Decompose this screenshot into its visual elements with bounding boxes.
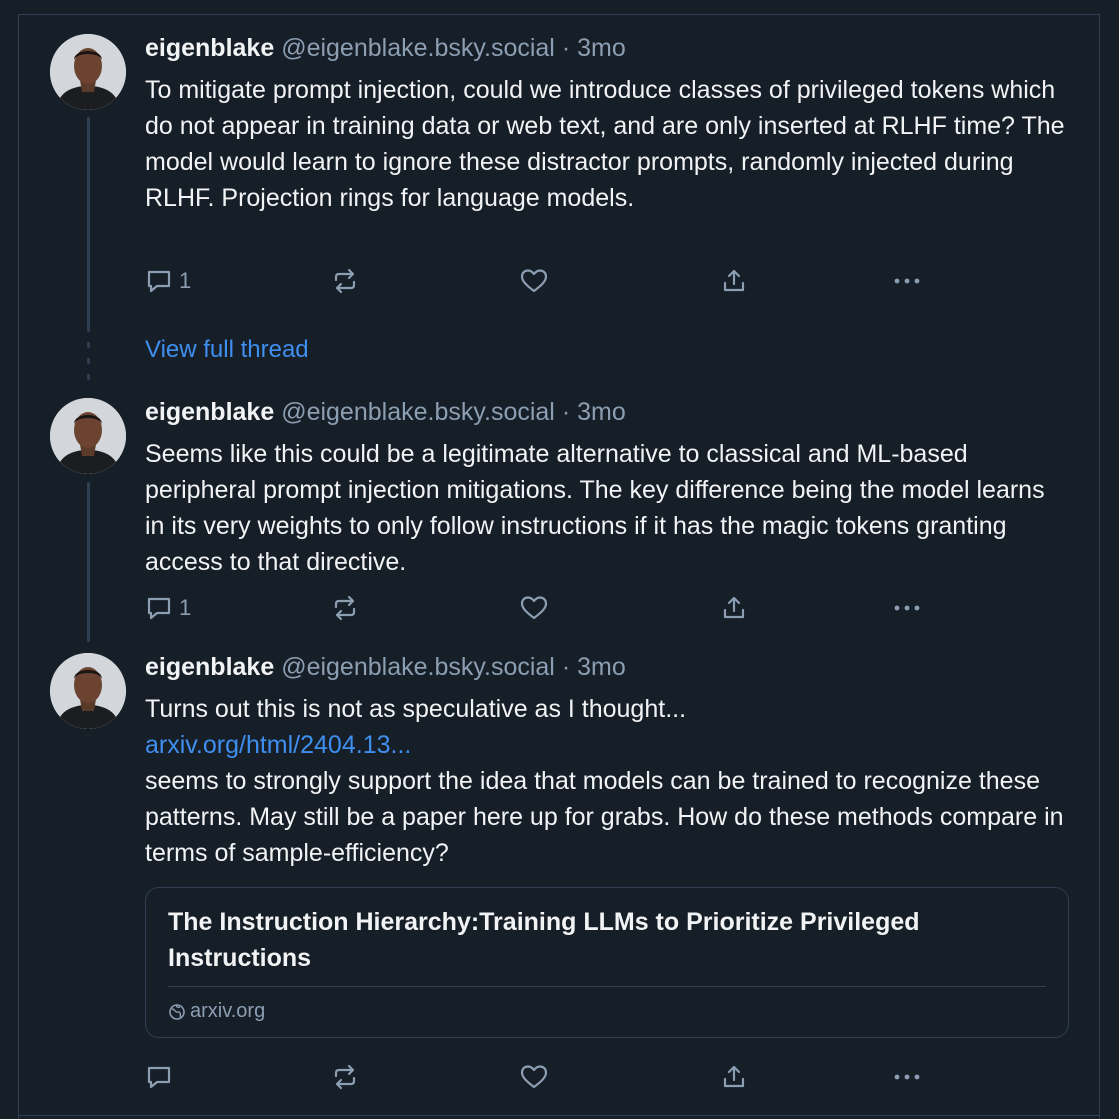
author-handle[interactable]: @eigenblake.bsky.social (281, 398, 555, 426)
reply-button[interactable] (145, 1061, 179, 1093)
reply-icon (147, 597, 171, 620)
like-icon (520, 596, 548, 620)
card-domain: arxiv.org (168, 1000, 265, 1023)
like-button[interactable] (519, 592, 549, 624)
thread-ellipsis-dot (87, 358, 90, 364)
share-icon (723, 1065, 745, 1088)
post-link[interactable]: arxiv.org/html/2404.13... (145, 727, 1070, 763)
like-button[interactable] (519, 1061, 549, 1093)
reply-button[interactable]: 1 (145, 592, 191, 624)
card-title: The Instruction Hierarchy:Training LLMs … (168, 908, 920, 972)
post-text-continued: seems to strongly support the idea that … (145, 767, 1064, 867)
post-header: eigenblake @eigenblake.bsky.social · 3mo (145, 398, 626, 427)
repost-button[interactable] (331, 265, 359, 297)
feed-bottom-border (18, 1115, 1100, 1116)
author-handle[interactable]: @eigenblake.bsky.social (281, 34, 555, 62)
like-icon (520, 269, 548, 293)
repost-icon (334, 1064, 356, 1090)
header-separator: · (561, 398, 571, 426)
author-name[interactable]: eigenblake (145, 653, 274, 681)
header-separator: · (561, 34, 571, 62)
avatar[interactable] (50, 34, 126, 110)
post-time[interactable]: 3mo (577, 398, 626, 426)
post-header: eigenblake @eigenblake.bsky.social · 3mo (145, 34, 626, 63)
view-full-thread-link[interactable]: View full thread (145, 336, 309, 364)
post-text: Seems like this could be a legitimate al… (145, 440, 1045, 576)
share-icon (723, 596, 745, 619)
author-name[interactable]: eigenblake (145, 398, 274, 426)
thread-ellipsis-dot (87, 342, 90, 348)
post-time[interactable]: 3mo (577, 34, 626, 62)
post-header: eigenblake @eigenblake.bsky.social · 3mo (145, 653, 626, 682)
more-options-button[interactable] (892, 592, 922, 624)
header-separator: · (561, 653, 571, 681)
avatar[interactable] (50, 398, 126, 474)
post-actions: 1 (145, 592, 935, 624)
share-button[interactable] (720, 1061, 748, 1093)
avatar[interactable] (50, 653, 126, 729)
repost-icon (334, 268, 356, 294)
like-icon (520, 1065, 548, 1089)
more-icon (894, 605, 920, 611)
globe-icon (169, 1003, 185, 1020)
post-actions (145, 1061, 935, 1093)
repost-button[interactable] (331, 1061, 359, 1093)
thread-line (87, 117, 90, 332)
share-button[interactable] (720, 265, 748, 297)
post-time[interactable]: 3mo (577, 653, 626, 681)
more-icon (894, 1074, 920, 1080)
card-domain-text: arxiv.org (190, 1000, 266, 1022)
post-text-intro: Turns out this is not as speculative as … (145, 695, 687, 723)
reply-count: 1 (179, 268, 192, 293)
post-text: Turns out this is not as speculative as … (145, 691, 1070, 871)
author-name[interactable]: eigenblake (145, 34, 274, 62)
post-text: To mitigate prompt injection, could we i… (145, 76, 1065, 212)
link-preview-card[interactable]: The Instruction Hierarchy:Training LLMs … (145, 887, 1069, 1038)
author-handle[interactable]: @eigenblake.bsky.social (281, 653, 555, 681)
thread-line (87, 482, 90, 642)
reply-count: 1 (179, 595, 192, 620)
repost-button[interactable] (331, 592, 359, 624)
share-button[interactable] (720, 592, 748, 624)
reply-icon (147, 270, 171, 293)
card-divider (168, 986, 1046, 987)
share-icon (723, 269, 745, 292)
more-options-button[interactable] (892, 1061, 922, 1093)
repost-icon (334, 595, 356, 621)
more-options-button[interactable] (892, 265, 922, 297)
more-icon (894, 278, 920, 284)
reply-button[interactable]: 1 (145, 265, 191, 297)
post-actions: 1 (145, 265, 935, 297)
like-button[interactable] (519, 265, 549, 297)
reply-icon (147, 1066, 171, 1089)
thread-ellipsis-dot (87, 374, 90, 380)
